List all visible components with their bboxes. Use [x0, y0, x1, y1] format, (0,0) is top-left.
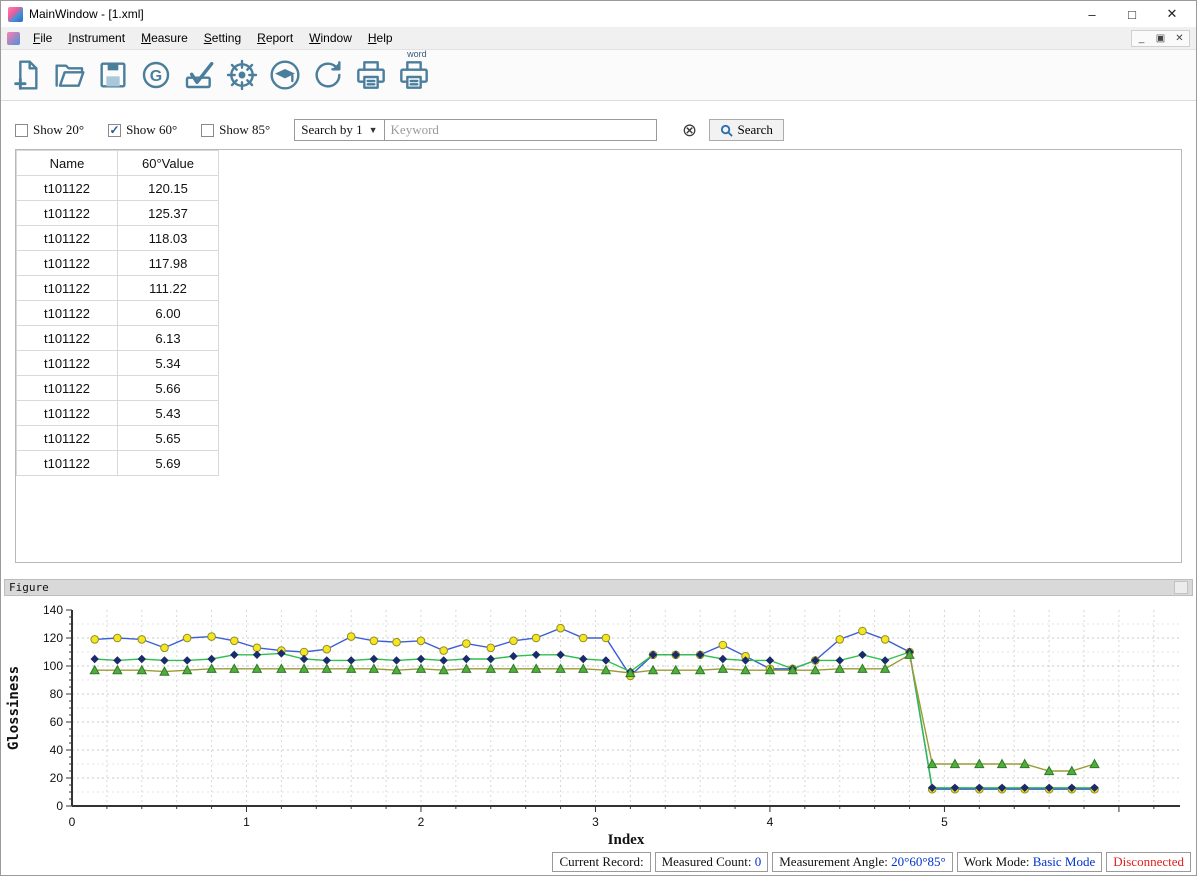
status-work-mode: Work Mode: Basic Mode	[957, 852, 1102, 872]
table-body: t101122120.15t101122125.37t101122118.03t…	[17, 176, 219, 476]
open-folder-icon[interactable]	[50, 55, 90, 95]
menu-window[interactable]: Window	[301, 28, 360, 48]
table-row[interactable]: t101122117.98	[17, 251, 219, 276]
svg-text:0: 0	[56, 799, 63, 813]
glossiness-chart: 0 20 40 60 80 100 120 140 0 1 2 3 4 5 Index Glossiness	[4, 598, 1188, 850]
svg-text:40: 40	[50, 743, 64, 757]
toolbar: G word	[1, 50, 1196, 101]
menu-setting[interactable]: Setting	[196, 28, 249, 48]
menu-bar: FileInstrumentMeasureSettingReportWindow…	[1, 27, 1196, 50]
refresh-icon[interactable]	[308, 55, 348, 95]
menu-report[interactable]: Report	[249, 28, 301, 48]
table-row[interactable]: t1011225.34	[17, 351, 219, 376]
svg-text:60: 60	[50, 715, 64, 729]
figure-scroll-corner	[1174, 581, 1188, 594]
table-row[interactable]: t1011226.00	[17, 301, 219, 326]
save-icon[interactable]	[93, 55, 133, 95]
search-button-label: Search	[738, 122, 773, 138]
figure-title: Figure	[9, 581, 49, 594]
column-header-name[interactable]: Name	[17, 151, 118, 176]
menu-items: FileInstrumentMeasureSettingReportWindow…	[25, 28, 401, 48]
status-current-record: Current Record:	[552, 852, 650, 872]
figure-title-bar[interactable]: Figure	[4, 579, 1193, 596]
svg-text:20: 20	[50, 771, 64, 785]
menu-help[interactable]: Help	[360, 28, 401, 48]
svg-text:G: G	[150, 68, 162, 85]
svg-text:140: 140	[43, 603, 63, 617]
svg-text:Index: Index	[608, 832, 645, 848]
search-icon	[720, 124, 733, 137]
status-connection-state: Disconnected	[1106, 852, 1191, 872]
clear-search-icon[interactable]: ⊗	[679, 119, 701, 141]
table-row[interactable]: t1011225.69	[17, 451, 219, 476]
table-row[interactable]: t1011225.66	[17, 376, 219, 401]
wheel-icon[interactable]	[222, 55, 262, 95]
record-table: Name 60°Value t101122120.15t101122125.37…	[16, 150, 219, 476]
print-word-icon[interactable]: word	[394, 55, 434, 95]
search-button[interactable]: Search	[709, 119, 784, 141]
calibrate-icon[interactable]: G	[136, 55, 176, 95]
table-row[interactable]: t101122125.37	[17, 201, 219, 226]
menu-file[interactable]: File	[25, 28, 60, 48]
status-measured-count: Measured Count: 0	[655, 852, 769, 872]
column-header-60value[interactable]: 60°Value	[118, 151, 219, 176]
mdi-minimize-button[interactable]: _	[1132, 31, 1151, 46]
menu-instrument[interactable]: Instrument	[60, 28, 133, 48]
table-row[interactable]: t1011226.13	[17, 326, 219, 351]
chart-area: 0 20 40 60 80 100 120 140 0 1 2 3 4 5 Index Glossiness	[4, 598, 1193, 855]
svg-text:120: 120	[43, 631, 63, 645]
mdi-restore-button[interactable]: ▣	[1151, 31, 1170, 46]
svg-text:2: 2	[418, 815, 425, 829]
close-button[interactable]: ✕	[1152, 2, 1192, 26]
svg-text:3: 3	[592, 815, 599, 829]
app-icon	[8, 7, 23, 22]
menu-measure[interactable]: Measure	[133, 28, 196, 48]
keyword-input[interactable]	[385, 119, 657, 141]
svg-text:80: 80	[50, 687, 64, 701]
svg-text:100: 100	[43, 659, 63, 673]
word-label: word	[407, 49, 427, 59]
status-bar: Current Record:Measured Count: 0Measurem…	[552, 852, 1191, 872]
svg-text:5: 5	[941, 815, 948, 829]
search-by-label: Search by 1	[301, 122, 362, 138]
checkbox-show-60[interactable]: ✓Show 60°	[108, 122, 177, 138]
table-row[interactable]: t101122120.15	[17, 176, 219, 201]
window-title: MainWindow - [1.xml]	[29, 7, 1072, 21]
filter-bar: Show 20°✓Show 60°Show 85° Search by 1 ▼ …	[15, 117, 1182, 143]
svg-text:0: 0	[69, 815, 76, 829]
cap-icon[interactable]	[265, 55, 305, 95]
table-row[interactable]: t1011225.43	[17, 401, 219, 426]
status-measurement-angle: Measurement Angle: 20°60°85°	[772, 852, 953, 872]
search-by-dropdown[interactable]: Search by 1 ▼	[294, 119, 384, 141]
chevron-down-icon: ▼	[369, 125, 378, 135]
svg-text:4: 4	[767, 815, 774, 829]
table-row[interactable]: t101122118.03	[17, 226, 219, 251]
svg-text:Glossiness: Glossiness	[6, 666, 22, 750]
table-row[interactable]: t101122111.22	[17, 276, 219, 301]
child-window-icon	[7, 32, 20, 45]
record-panel: Name 60°Value t101122120.15t101122125.37…	[15, 149, 1182, 563]
svg-text:1: 1	[243, 815, 250, 829]
checkbox-show-85[interactable]: Show 85°	[201, 122, 270, 138]
table-row[interactable]: t1011225.65	[17, 426, 219, 451]
checkbox-show-20[interactable]: Show 20°	[15, 122, 84, 138]
angle-checkboxes: Show 20° ✓Show 60° Show 85°	[15, 122, 294, 138]
maximize-button[interactable]: □	[1112, 2, 1152, 26]
mdi-controls: _ ▣ ✕	[1131, 30, 1190, 47]
mdi-close-button[interactable]: ✕	[1170, 31, 1189, 46]
new-file-icon[interactable]	[7, 55, 47, 95]
minimize-button[interactable]: –	[1072, 2, 1112, 26]
check-icon[interactable]	[179, 55, 219, 95]
title-bar: MainWindow - [1.xml] – □ ✕	[1, 1, 1196, 27]
print-icon[interactable]	[351, 55, 391, 95]
